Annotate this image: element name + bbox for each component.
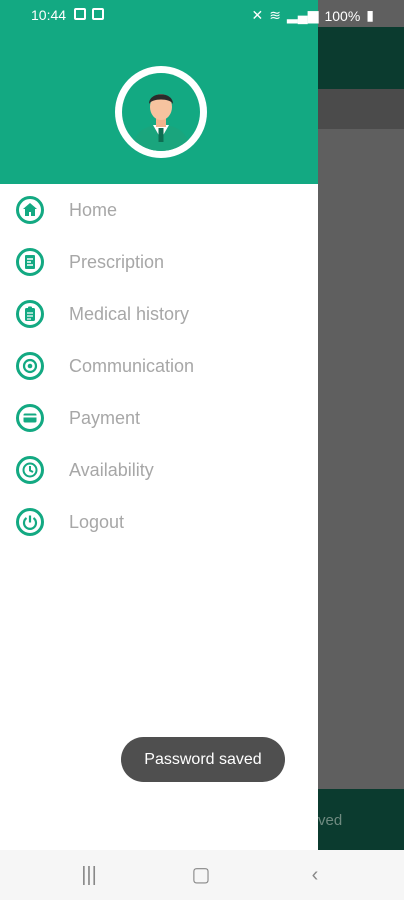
gallery-notification-icon <box>74 8 86 20</box>
menu-item-communication[interactable]: Communication <box>0 341 318 391</box>
back-button[interactable]: ‹ <box>304 864 326 886</box>
doctor-avatar-icon <box>132 94 190 151</box>
signal-icon: ▂▄▆ <box>287 7 319 23</box>
payment-icon <box>16 404 44 432</box>
mute-icon: ✕ <box>251 7 264 23</box>
toast-text: Password saved <box>144 750 262 768</box>
wifi-icon: ≋ <box>269 7 282 23</box>
recent-apps-button[interactable]: ||| <box>78 864 100 886</box>
battery-percentage: 100% <box>324 7 361 24</box>
menu-label-availability: Availability <box>69 460 154 480</box>
background-app-bar <box>318 27 404 89</box>
menu-item-availability[interactable]: Availability <box>0 445 318 495</box>
menu-label-prescription: Prescription <box>69 252 165 272</box>
screenshot-notification-icon <box>92 8 104 20</box>
profile-avatar[interactable] <box>115 66 207 158</box>
status-bar: 10:44 ✕ ≋ ▂▄▆ 100% ▮ <box>0 0 404 28</box>
battery-icon: ▮ <box>366 7 374 23</box>
navigation-drawer: Home Prescription Medical history Commun… <box>0 0 318 850</box>
menu-item-logout[interactable]: Logout <box>0 497 318 547</box>
menu-label-payment: Payment <box>69 408 141 428</box>
background-content <box>318 129 404 789</box>
home-icon <box>16 196 44 224</box>
clock-icon <box>16 456 44 484</box>
power-icon <box>16 508 44 536</box>
prescription-icon <box>16 248 44 276</box>
home-button[interactable]: ▢ <box>190 864 212 886</box>
menu-label-medical-history: Medical history <box>69 304 190 324</box>
menu-item-payment[interactable]: Payment <box>0 393 318 443</box>
menu-item-prescription[interactable]: Prescription <box>0 237 318 287</box>
avatar-illustration <box>122 73 200 151</box>
menu-item-home[interactable]: Home <box>0 185 318 235</box>
toast-message: Password saved <box>121 737 285 782</box>
status-time: 10:44 <box>31 7 67 23</box>
system-navigation-bar: ||| ▢ ‹ <box>0 850 404 900</box>
medical-history-icon <box>16 300 44 328</box>
background-bottom-text: ved <box>318 812 343 829</box>
menu-item-medical-history[interactable]: Medical history <box>0 289 318 339</box>
menu-label-home: Home <box>69 200 118 220</box>
status-right-group: ✕ ≋ ▂▄▆ 100% ▮ <box>252 7 374 24</box>
menu-label-communication: Communication <box>69 356 195 376</box>
menu-label-logout: Logout <box>69 512 125 532</box>
background-strip <box>318 89 404 129</box>
communication-icon <box>16 352 44 380</box>
